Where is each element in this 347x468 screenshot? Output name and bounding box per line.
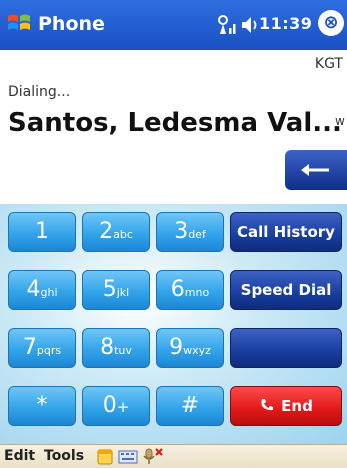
key-digit: 3 xyxy=(174,219,189,244)
key-5[interactable]: 5jkl xyxy=(82,270,150,310)
end-call-button[interactable]: End xyxy=(230,386,342,426)
title-bar: Phone 11:39 ⊗ xyxy=(0,0,347,50)
keyboard-input-icon[interactable] xyxy=(118,448,138,466)
menu-bar: Edit Tools xyxy=(0,444,347,468)
note-icon[interactable] xyxy=(96,448,114,466)
key-letters: pqrs xyxy=(36,344,62,357)
end-label: End xyxy=(281,397,313,415)
key-1[interactable]: 1 xyxy=(8,212,76,252)
key-letters: jkl xyxy=(116,286,130,299)
blank-function-button[interactable] xyxy=(230,328,342,368)
microphone-muted-icon[interactable] xyxy=(142,447,164,465)
key-letters: wxyz xyxy=(183,344,211,357)
key-digit: 0 xyxy=(102,393,117,418)
key-digit: 6 xyxy=(170,277,185,302)
key-digit: 4 xyxy=(26,277,41,302)
key-letters: tuv xyxy=(114,344,132,357)
key-digit: 5 xyxy=(102,277,117,302)
key-star[interactable]: * xyxy=(8,386,76,426)
tools-menu[interactable]: Tools xyxy=(44,448,84,464)
key-letters: ghi xyxy=(40,286,58,299)
key-letters: abc xyxy=(113,228,133,241)
close-icon: ⊗ xyxy=(323,12,339,33)
key-digit: 1 xyxy=(35,219,49,244)
key-3[interactable]: 3def xyxy=(156,212,224,252)
key-0[interactable]: 0+ xyxy=(82,386,150,426)
signal-strength-icon[interactable] xyxy=(216,12,238,38)
backspace-button[interactable] xyxy=(285,150,347,190)
key-letters: mno xyxy=(184,286,210,299)
key-digit: 9 xyxy=(169,335,184,360)
left-arrow-icon xyxy=(301,164,329,176)
key-digit: 8 xyxy=(100,335,115,360)
carrier-name: KGT xyxy=(314,56,343,72)
key-digit: 7 xyxy=(22,335,37,360)
key-digit: # xyxy=(180,393,200,418)
dial-keypad: 1 2abc 3def Call History 4ghi 5jkl 6mno … xyxy=(0,204,347,444)
key-digit: * xyxy=(36,393,48,418)
key-digit: 2 xyxy=(99,219,114,244)
edit-menu[interactable]: Edit xyxy=(4,448,35,464)
windows-start-icon[interactable] xyxy=(6,10,32,36)
key-2[interactable]: 2abc xyxy=(82,212,150,252)
app-title: Phone xyxy=(38,13,105,35)
key-7[interactable]: 7pqrs xyxy=(8,328,76,368)
close-button[interactable]: ⊗ xyxy=(318,10,344,36)
key-letters: def xyxy=(188,228,206,241)
speaker-volume-icon[interactable] xyxy=(240,12,260,38)
call-status: Dialing... xyxy=(8,84,71,100)
phone-screen: Phone 11:39 ⊗ KGT Dialing... Santos, Led… xyxy=(0,0,347,468)
key-4[interactable]: 4ghi xyxy=(8,270,76,310)
contact-name: Santos, Ledesma Val... xyxy=(8,108,342,138)
key-8[interactable]: 8tuv xyxy=(82,328,150,368)
speed-dial-button[interactable]: Speed Dial xyxy=(230,270,342,310)
number-type: w xyxy=(335,114,345,128)
handset-icon xyxy=(261,399,274,411)
key-6[interactable]: 6mno xyxy=(156,270,224,310)
key-letters: + xyxy=(116,398,130,416)
call-history-button[interactable]: Call History xyxy=(230,212,342,252)
key-9[interactable]: 9wxyz xyxy=(156,328,224,368)
clock: 11:39 xyxy=(259,14,313,33)
key-hash[interactable]: # xyxy=(156,386,224,426)
